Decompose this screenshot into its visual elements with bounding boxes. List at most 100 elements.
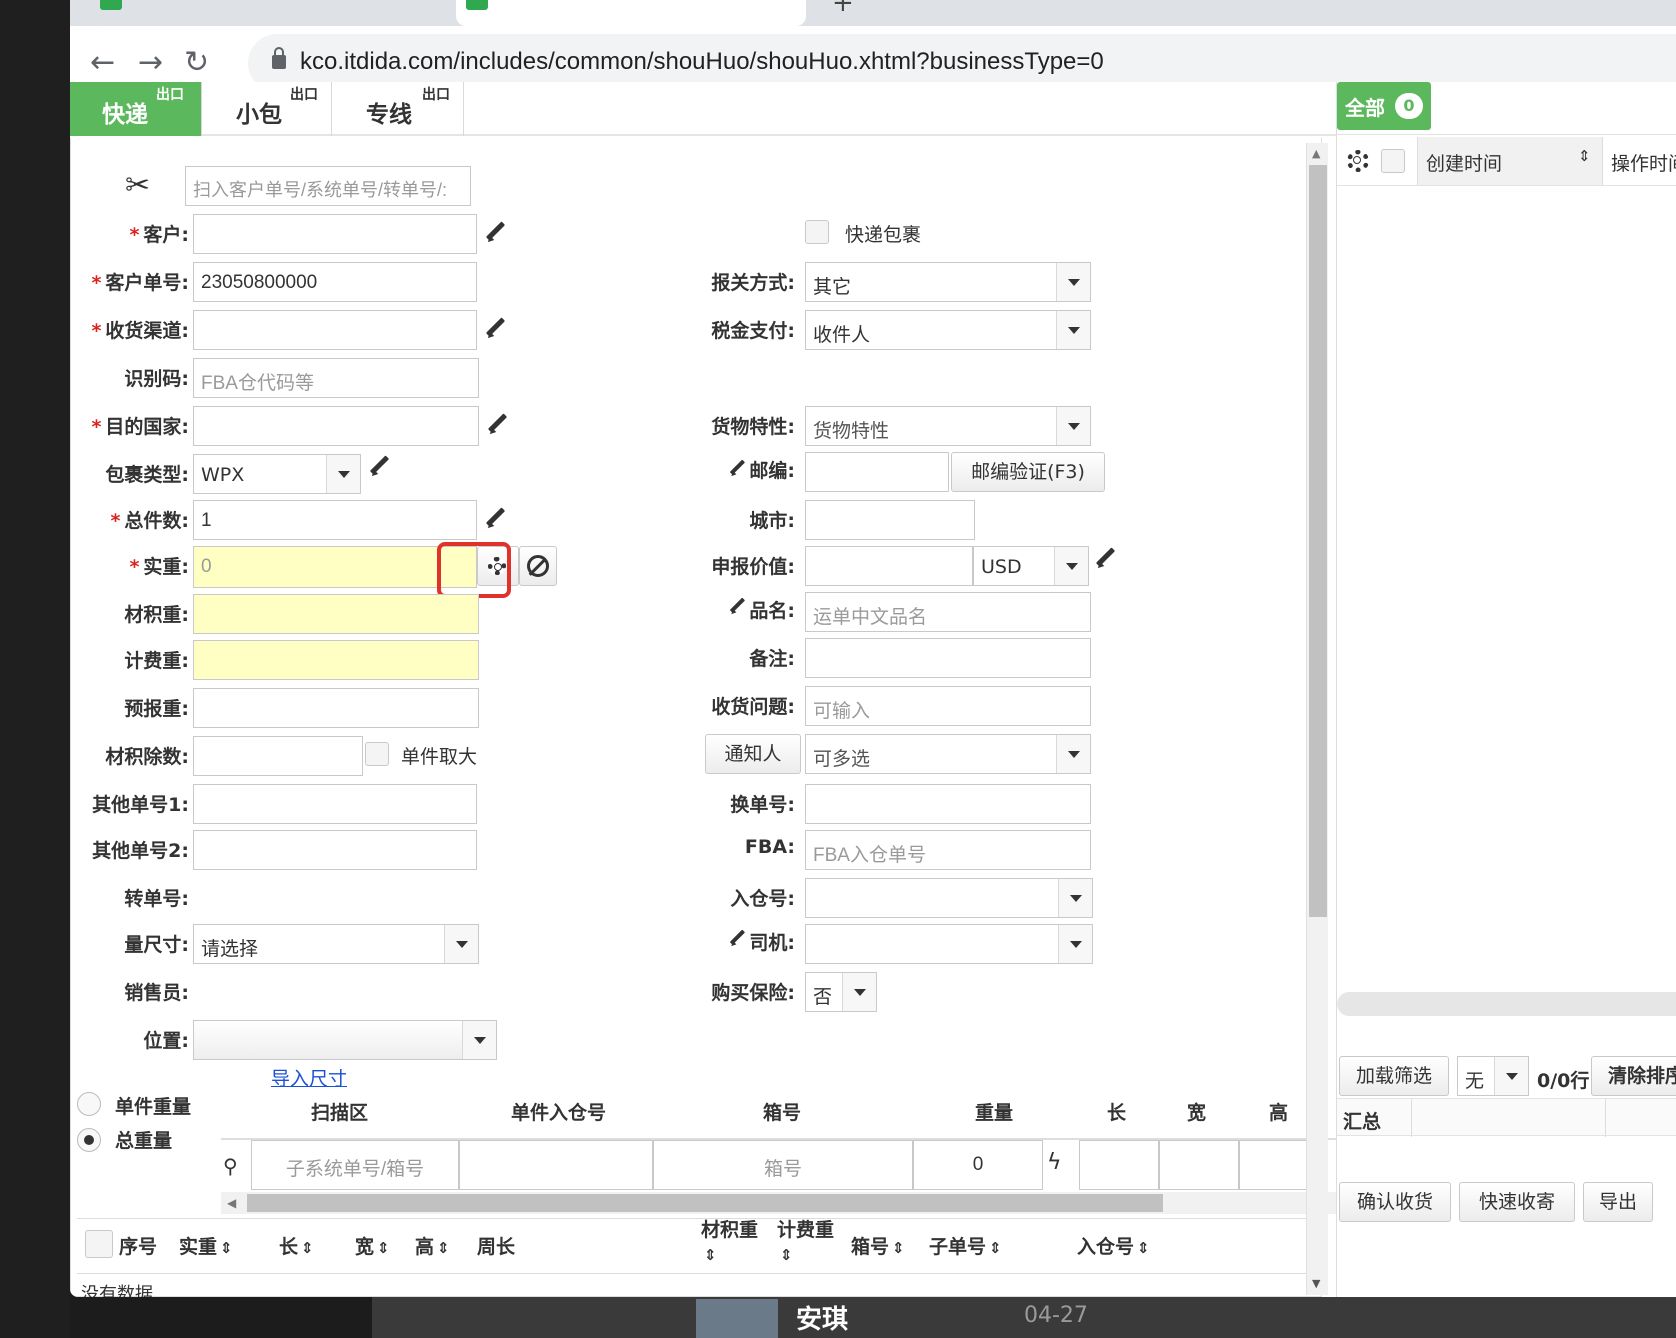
select-all-checkbox[interactable] [85,1230,113,1258]
lightning-icon[interactable]: ϟ [1047,1150,1062,1175]
tab-small-parcel[interactable]: 小包 出口 [202,82,332,136]
vertical-scrollbar[interactable]: ▲ ▼ [1306,143,1328,1295]
col-operate-time[interactable]: 操作时间 [1611,149,1676,176]
scroll-left-icon[interactable]: ◀ [227,1196,236,1210]
right-select-all-checkbox[interactable] [1381,149,1405,173]
browser-tab-receive[interactable]: 收货 ✕ [456,0,806,26]
warehouse-select[interactable] [805,878,1093,918]
tax-select[interactable]: 收件人 [805,310,1091,350]
zip-input[interactable] [805,452,949,492]
scroll-up-icon[interactable]: ▲ [1312,147,1320,160]
scroll-down-icon[interactable]: ▼ [1312,1277,1320,1290]
vol-weight-input[interactable] [193,594,479,634]
box-input[interactable]: 箱号 [653,1140,913,1190]
reload-icon[interactable]: ↻ [184,48,209,78]
customs-label: 报关方式: [711,272,795,294]
all-filter-button[interactable]: 全部 0 [1337,82,1431,130]
change-input[interactable] [805,784,1091,824]
filter-select[interactable]: 无 [1457,1056,1529,1096]
weight-clear-button[interactable] [519,546,557,586]
quick-send-button[interactable]: 快速收寄 [1459,1182,1575,1222]
total-pcs-label: * 总件数: [110,510,189,532]
browser-tab-express[interactable]: 快递 ✕ [90,0,450,26]
single-max-checkbox[interactable] [365,742,389,766]
col-length[interactable]: 长 ⇕ [279,1232,314,1259]
confirm-receive-button[interactable]: 确认收货 [1339,1182,1451,1222]
scrollbar-thumb[interactable] [1309,165,1327,917]
edit-declared-icon[interactable] [1093,546,1117,570]
issue-input[interactable]: 可输入 [805,686,1091,726]
scrollbar-thumb[interactable] [247,1194,1163,1212]
col-box[interactable]: 箱号 ⇕ [851,1232,905,1259]
piece-warehouse-input[interactable] [459,1140,653,1190]
notify-button[interactable]: 通知人 [705,734,801,774]
col-width[interactable]: 宽 ⇕ [355,1232,390,1259]
insurance-select[interactable]: 否 [805,972,877,1012]
tab-special-line[interactable]: 专线 出口 [332,82,464,136]
idcode-input[interactable]: FBA仓代码等 [193,358,479,398]
back-icon[interactable]: ← [90,48,115,78]
col-height[interactable]: 高 ⇕ [415,1232,450,1259]
goods-attr-select[interactable]: 货物特性 [805,406,1091,446]
total-weight-radio[interactable] [77,1128,101,1152]
customs-select[interactable]: 其它 [805,262,1091,302]
measure-select[interactable]: 请选择 [193,924,479,964]
edit-parcel-type-icon[interactable] [367,454,391,478]
right-horizontal-scrollbar[interactable] [1337,992,1676,1016]
clear-sort-button[interactable]: 清除排序 [1591,1056,1676,1096]
sub-order-input[interactable]: 子系统单号/箱号 [251,1140,459,1190]
express-parcel-checkbox[interactable] [805,220,829,244]
edit-channel-icon[interactable] [483,316,507,340]
remark-input[interactable] [805,638,1091,678]
col-perimeter[interactable]: 周长 [477,1232,515,1259]
driver-select[interactable] [805,924,1093,964]
currency-select[interactable]: USD [973,546,1089,586]
edit-customer-icon[interactable] [483,220,507,244]
total-pcs-input[interactable]: 1 [193,500,477,540]
ban-icon [527,555,549,577]
export-button[interactable]: 导出 [1583,1182,1653,1222]
forward-icon[interactable]: → [138,48,163,78]
filter-value: 无 [1465,1070,1485,1092]
single-weight-radio[interactable] [77,1092,101,1116]
tab-express[interactable]: 快递 出口 [70,82,202,136]
zip-verify-button[interactable]: 邮编验证(F3) [951,452,1105,492]
notify-select[interactable]: 可多选 [805,734,1091,774]
horizontal-scrollbar[interactable]: ◀ ▶ [221,1192,1373,1214]
city-input[interactable] [805,500,975,540]
scan-weight-input[interactable]: 0 [913,1140,1043,1190]
divisor-input[interactable] [193,736,363,776]
charge-weight-input[interactable] [193,640,479,680]
new-tab-icon[interactable]: + [832,0,854,18]
col-weight[interactable]: 实重 ⇕ [179,1232,233,1259]
length-input[interactable] [1079,1140,1159,1190]
charge-weight-label: 计费重: [124,650,189,672]
channel-input[interactable] [193,310,477,350]
import-size-link[interactable]: 导入尺寸 [271,1064,347,1091]
width-input[interactable] [1159,1140,1239,1190]
scan-col-header: 箱号 [763,1102,802,1124]
col-warehouse[interactable]: 入仓号 ⇕ [1077,1232,1150,1259]
parcel-type-select[interactable]: WPX [193,454,361,494]
col-sub-order[interactable]: 子单号 ⇕ [929,1232,1002,1259]
weight-input[interactable]: 0 [193,546,477,588]
pre-weight-input[interactable] [193,688,479,728]
col-seq[interactable]: 序号 [119,1232,157,1259]
dest-input[interactable] [193,406,479,446]
edit-total-pcs-icon[interactable] [483,506,507,530]
column-settings-icon[interactable] [1347,150,1369,172]
declared-input[interactable] [805,546,973,586]
col-charge-weight[interactable]: 计费重 ⇕ [777,1218,834,1267]
col-vol-weight[interactable]: 材积重 ⇕ [701,1218,758,1267]
product-input[interactable]: 运单中文品名 [805,592,1091,632]
customer-input[interactable] [193,214,477,254]
load-filter-button[interactable]: 加载筛选 [1339,1056,1449,1096]
fba-input[interactable]: FBA入仓单号 [805,830,1091,870]
other2-input[interactable] [193,830,477,870]
location-select[interactable] [193,1020,497,1060]
col-created-time[interactable]: 创建时间 ⇕ [1417,137,1603,185]
customer-order-input[interactable]: 23050800000 [193,262,477,302]
scan-input[interactable]: 扫入客户单号/系统单号/转单号/: [185,166,471,206]
other1-input[interactable] [193,784,477,824]
edit-dest-icon[interactable] [485,412,509,436]
